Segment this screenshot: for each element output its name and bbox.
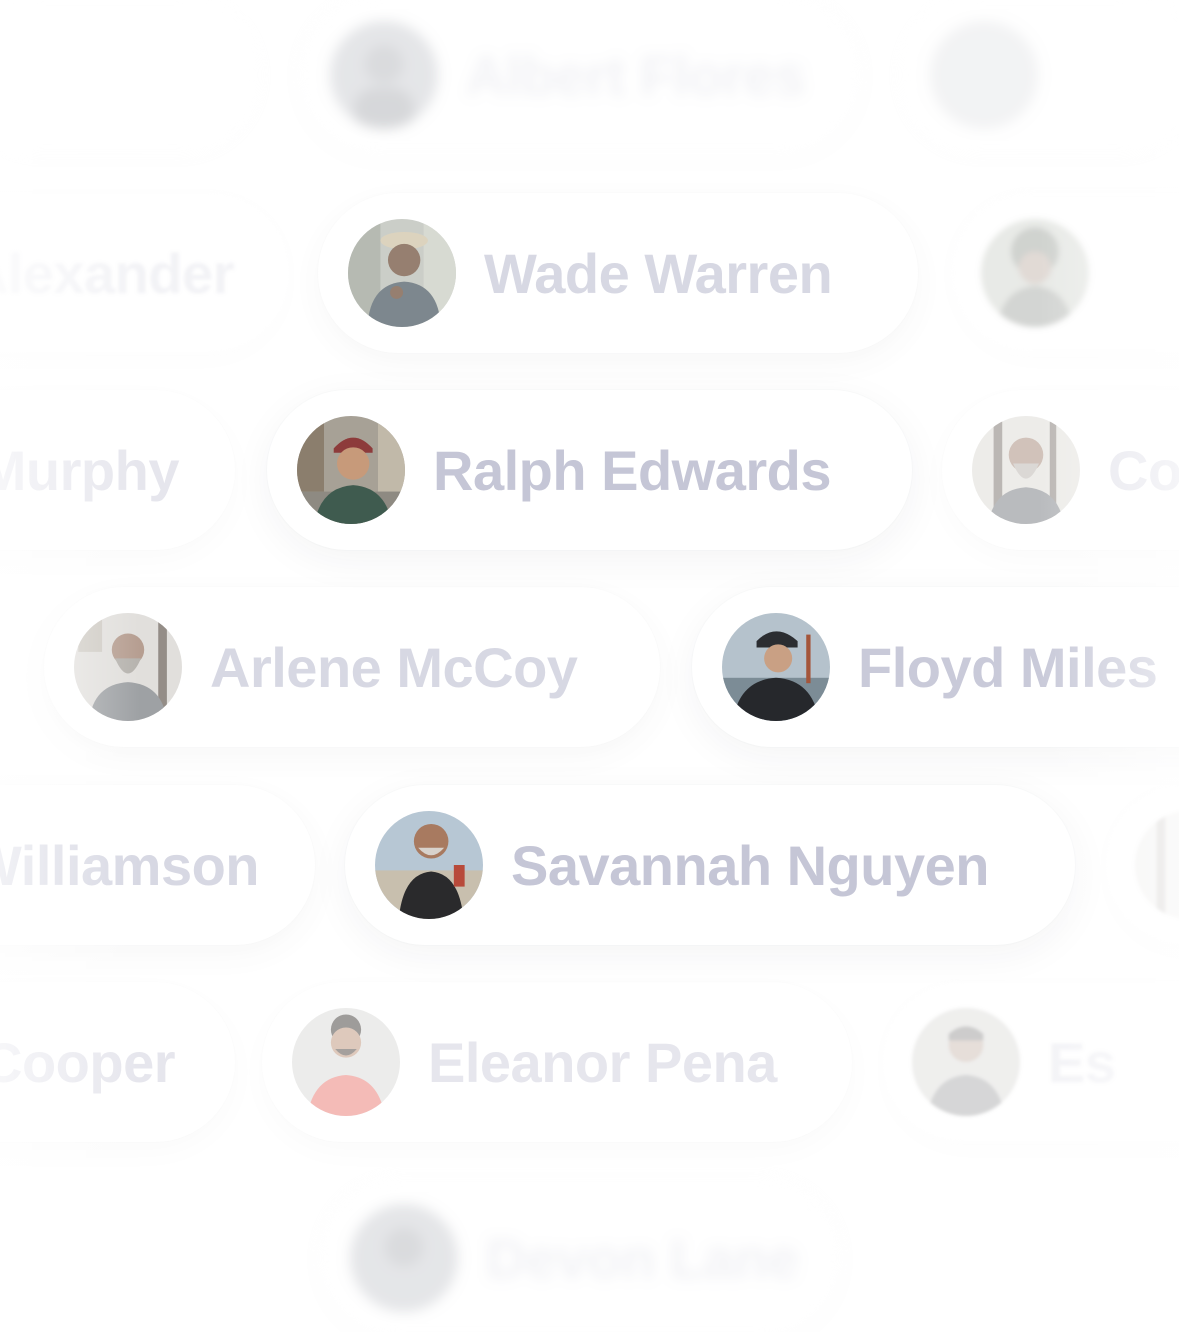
- avatar: [74, 613, 182, 721]
- person-name: Co: [1108, 438, 1179, 502]
- avatar: [348, 219, 456, 327]
- person-chip-savannah-nguyen[interactable]: Savannah Nguyen: [345, 785, 1075, 945]
- person-chip[interactable]: Co: [942, 390, 1179, 550]
- person-name: Es: [1048, 1030, 1116, 1094]
- person-name: Williamson: [0, 833, 260, 897]
- avatar: [722, 613, 830, 721]
- avatar: [930, 21, 1038, 129]
- person-name: Murphy: [0, 438, 180, 502]
- person-chip-arlene-mccoy[interactable]: Arlene McCoy: [44, 587, 660, 747]
- avatar: [1135, 811, 1179, 919]
- person-chip-cooper[interactable]: Cooper: [0, 982, 235, 1142]
- person-name: Albert Flores: [466, 43, 805, 107]
- person-chip[interactable]: [951, 193, 1179, 353]
- person-chip-ralph-edwards[interactable]: Ralph Edwards: [267, 390, 912, 550]
- person-chip-wade-warren[interactable]: Wade Warren: [318, 193, 918, 353]
- person-chip-floyd-miles[interactable]: Floyd Miles: [692, 587, 1179, 747]
- person-chip[interactable]: [900, 0, 1179, 155]
- avatar: [350, 1204, 458, 1312]
- person-chip-albert-flores[interactable]: Albert Flores: [300, 0, 860, 155]
- people-chip-cloud: Albert Flores Alexander Wade Warren: [0, 0, 1179, 1332]
- person-chip-williamson[interactable]: Williamson: [0, 785, 315, 945]
- avatar: [292, 1008, 400, 1116]
- person-chip-alexander[interactable]: Alexander: [0, 193, 290, 353]
- person-name: Eleanor Pena: [428, 1030, 777, 1094]
- person-name: Floyd Miles: [858, 635, 1158, 699]
- person-chip-murphy[interactable]: Murphy: [0, 390, 235, 550]
- person-name: Alexander: [0, 241, 235, 305]
- avatar: [297, 416, 405, 524]
- avatar: [912, 1008, 1020, 1116]
- person-name: Cooper: [0, 1030, 176, 1094]
- person-chip-eleanor-pena[interactable]: Eleanor Pena: [262, 982, 852, 1142]
- person-chip[interactable]: [1105, 785, 1179, 945]
- avatar: [375, 811, 483, 919]
- avatar: [972, 416, 1080, 524]
- person-name: Arlene McCoy: [210, 635, 578, 699]
- person-name: Devon Lane: [486, 1226, 799, 1290]
- person-chip-devon-lane[interactable]: Devon Lane: [320, 1178, 840, 1332]
- avatar: [981, 219, 1089, 327]
- person-chip[interactable]: Es: [882, 982, 1179, 1142]
- person-chip[interactable]: [0, 0, 260, 155]
- person-name: Savannah Nguyen: [511, 833, 989, 897]
- person-name: Ralph Edwards: [433, 438, 832, 502]
- person-name: Wade Warren: [484, 241, 833, 305]
- avatar: [330, 21, 438, 129]
